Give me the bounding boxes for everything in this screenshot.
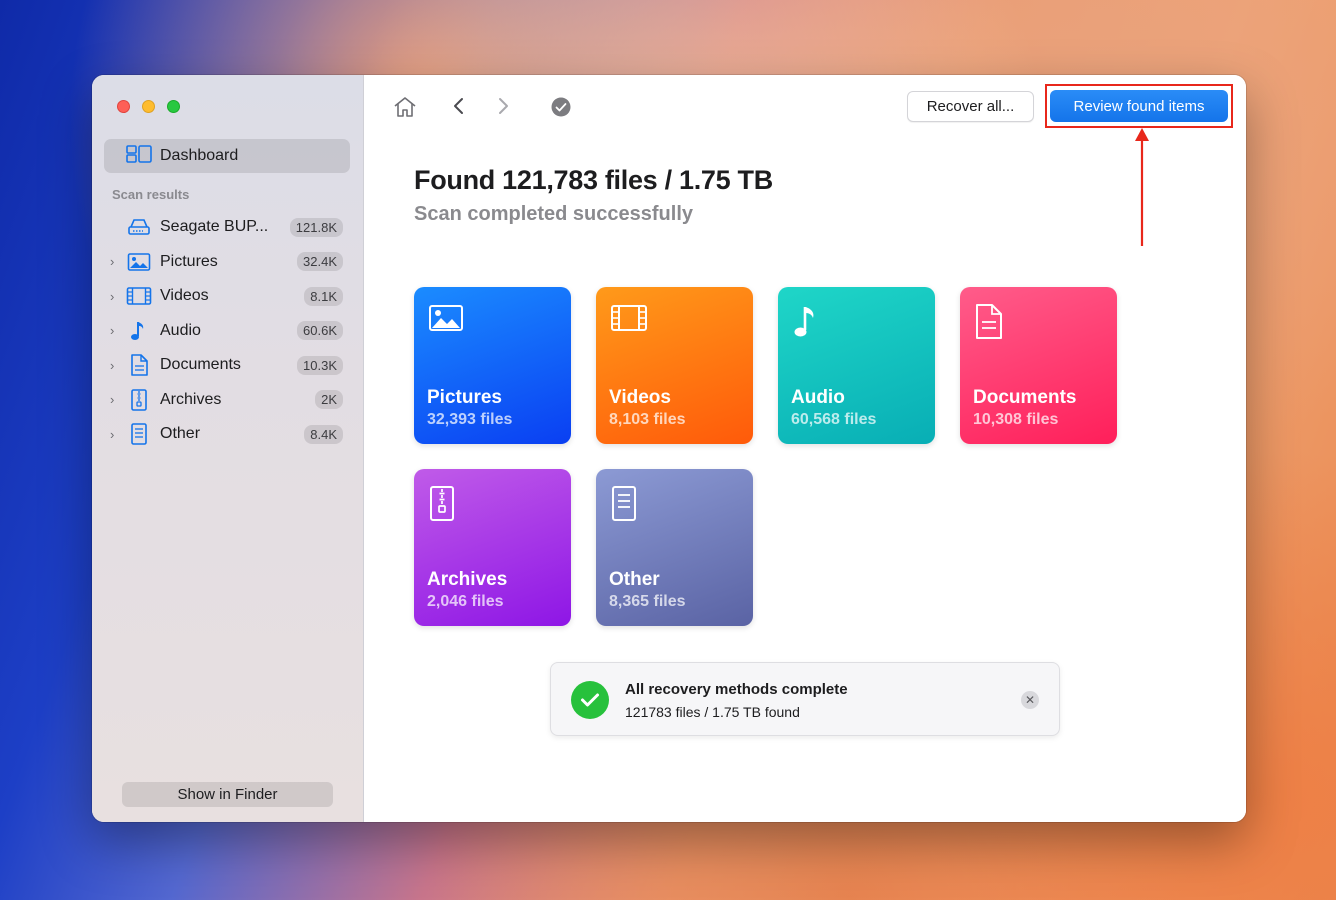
dashboard-label: Dashboard — [160, 147, 239, 164]
annotation-arrow — [1135, 128, 1149, 246]
count-badge: 8.1K — [304, 286, 343, 306]
sidebar-item-audio[interactable]: › Audio 60.6K — [92, 314, 364, 349]
tile-count: 32,393 files — [427, 411, 513, 428]
sidebar-item-pictures[interactable]: › Pictures 32.4K — [92, 245, 364, 280]
sidebar-item-videos[interactable]: › Videos 8.1K — [92, 279, 364, 314]
count-badge: 2K — [315, 390, 343, 410]
sidebar-item-label: Pictures — [160, 252, 218, 270]
sidebar-item-label: Archives — [160, 390, 222, 408]
sidebar-item-documents[interactable]: › Documents 10.3K — [92, 348, 364, 383]
count-badge: 121.8K — [289, 217, 343, 237]
completion-notification: All recovery methods complete 121783 fil… — [550, 662, 1060, 736]
sidebar-item-label: Seagate BUP... — [160, 218, 269, 236]
tile-count: 8,365 files — [609, 593, 686, 610]
film-icon — [610, 303, 648, 338]
chevron-right-icon[interactable]: › — [110, 254, 120, 269]
tile-archives[interactable]: Archives 2,046 files — [414, 469, 571, 626]
review-found-items-button[interactable]: Review found items — [1050, 90, 1228, 122]
minimize-window-button[interactable] — [142, 100, 155, 113]
sidebar-item-dashboard[interactable]: Dashboard — [104, 139, 350, 173]
success-check-icon — [571, 681, 609, 719]
document-icon — [974, 303, 1004, 346]
chevron-right-icon[interactable]: › — [110, 427, 120, 442]
tile-name: Audio — [791, 387, 845, 408]
recover-all-button[interactable]: Recover all... — [907, 91, 1034, 122]
dashboard-icon — [126, 144, 152, 168]
archive-icon — [428, 485, 456, 528]
tile-name: Archives — [427, 569, 508, 590]
zoom-window-button[interactable] — [167, 100, 180, 113]
forward-chevron-icon[interactable] — [496, 96, 510, 116]
sidebar-item-label: Other — [160, 425, 201, 443]
home-icon[interactable] — [392, 95, 418, 119]
archive-icon — [126, 388, 152, 412]
sidebar-item-label: Documents — [160, 356, 241, 374]
sidebar: Dashboard Scan results Seagate BUP... 12… — [92, 75, 364, 822]
page-title: Found 121,783 files / 1.75 TB — [414, 165, 773, 195]
chevron-right-icon[interactable]: › — [110, 392, 120, 407]
film-icon — [126, 284, 152, 308]
music-note-icon — [126, 319, 152, 343]
chevron-right-icon[interactable]: › — [110, 289, 120, 304]
count-badge: 60.6K — [297, 321, 343, 341]
tile-name: Other — [609, 569, 660, 590]
sidebar-item-archives[interactable]: › Archives 2K — [92, 383, 364, 418]
count-badge: 10.3K — [297, 355, 343, 375]
tile-videos[interactable]: Videos 8,103 files — [596, 287, 753, 444]
count-badge: 32.4K — [297, 252, 343, 272]
tile-count: 60,568 files — [791, 411, 877, 428]
tile-audio[interactable]: Audio 60,568 files — [778, 287, 935, 444]
drive-icon — [126, 215, 152, 239]
scan-complete-check-icon — [551, 97, 571, 117]
sidebar-item-label: Videos — [160, 287, 209, 305]
chevron-right-icon[interactable]: › — [110, 358, 120, 373]
notification-title: All recovery methods complete — [625, 681, 848, 698]
scan-results-heading: Scan results — [112, 187, 190, 202]
close-notification-icon[interactable]: ✕ — [1021, 691, 1039, 709]
music-note-icon — [792, 303, 820, 346]
close-window-button[interactable] — [117, 100, 130, 113]
show-in-finder-button[interactable]: Show in Finder — [122, 782, 333, 807]
tile-pictures[interactable]: Pictures 32,393 files — [414, 287, 571, 444]
scan-results-list: Seagate BUP... 121.8K › Pictures 32.4K ›… — [92, 210, 364, 452]
other-file-icon — [610, 485, 638, 528]
tile-count: 2,046 files — [427, 593, 504, 610]
picture-icon — [126, 250, 152, 274]
document-icon — [126, 353, 152, 377]
tile-count: 10,308 files — [973, 411, 1059, 428]
tile-name: Videos — [609, 387, 671, 408]
tile-other[interactable]: Other 8,365 files — [596, 469, 753, 626]
tile-count: 8,103 files — [609, 411, 686, 428]
tile-name: Documents — [973, 387, 1077, 408]
app-window: Dashboard Scan results Seagate BUP... 12… — [92, 75, 1246, 822]
sidebar-item-other[interactable]: › Other 8.4K — [92, 417, 364, 452]
count-badge: 8.4K — [304, 424, 343, 444]
page-subtitle: Scan completed successfully — [414, 203, 694, 225]
picture-icon — [428, 303, 464, 338]
main-panel: Recover all... Review found items Found … — [364, 75, 1246, 822]
tile-documents[interactable]: Documents 10,308 files — [960, 287, 1117, 444]
tile-name: Pictures — [427, 387, 502, 408]
traffic-lights — [117, 100, 180, 113]
notification-subtitle: 121783 files / 1.75 TB found — [625, 704, 800, 720]
back-chevron-icon[interactable] — [452, 96, 466, 116]
other-file-icon — [126, 422, 152, 446]
sidebar-item-drive[interactable]: Seagate BUP... 121.8K — [92, 210, 364, 245]
sidebar-item-label: Audio — [160, 321, 201, 339]
chevron-right-icon[interactable]: › — [110, 323, 120, 338]
